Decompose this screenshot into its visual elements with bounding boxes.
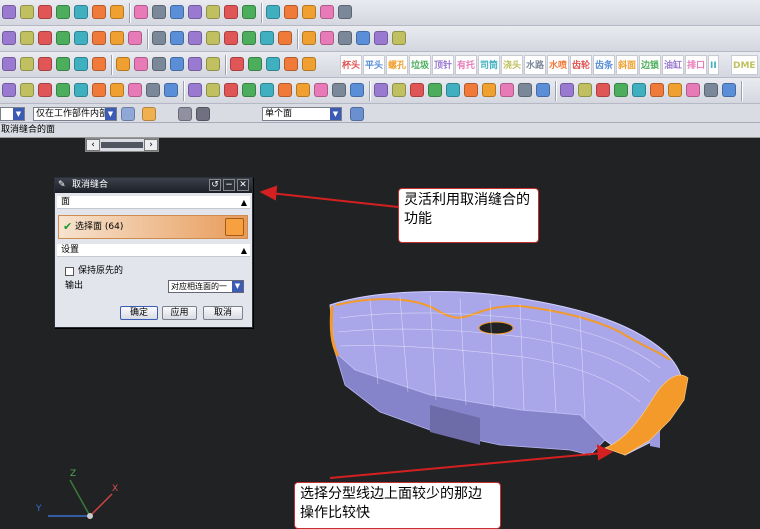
unsew-dialog: ✎ 取消缝合 ↺ − ✕ 面 ▲ ✔ 选择面 (64) 设置 ▲ 保持原先的 输… [54,177,253,328]
axis-y-label: Y [36,504,42,514]
cad-window: 杯头 平头 螺孔 垃圾 顶针 有托 司筒 浇头 水路 水喷 齿轮 齿条 斜面 边锁 油缸 排口 II DME ▼ … [0,0,760,529]
output-value: 对应相连面的一 [171,282,227,291]
settings-section-header[interactable]: 设置 ▲ [57,244,250,257]
select-face-row[interactable]: ✔ 选择面 (64) [58,215,248,239]
close-icon[interactable]: ✕ [237,179,249,191]
axis-z-label: Z [70,469,77,479]
keep-original-label: 保持原先的 [78,266,124,276]
face-section-label: 面 [61,197,71,207]
select-face-label: 选择面 (64) [75,222,124,232]
bottom-callout: 选择分型线边上面较少的那边操作比较快 [294,482,501,529]
top-callout: 灵活利用取消缝合的功能 [398,188,539,243]
apply-button[interactable]: 应用 [162,306,197,320]
chevron-up-icon: ▲ [240,198,247,207]
chevron-up-icon: ▲ [240,246,247,255]
settings-section-label: 设置 [61,245,80,255]
output-select[interactable]: 对应相连面的一 ▼ [168,280,244,293]
axis-x-label: X [112,484,119,494]
check-icon: ✔ [63,220,73,233]
axis-triad [48,479,113,519]
ok-button[interactable]: 确定 [120,306,158,320]
dialog-titlebar[interactable]: ✎ 取消缝合 ↺ − ✕ [55,178,252,193]
dialog-title: 取消缝合 [72,180,109,190]
keep-original-checkbox[interactable] [65,267,74,276]
part-model[interactable] [329,291,689,456]
cancel-button[interactable]: 取消 [203,306,243,320]
face-cube-icon[interactable] [225,218,244,236]
output-label: 输出 [65,281,84,291]
reset-icon[interactable]: ↺ [209,179,221,191]
wrench-icon: ✎ [58,180,66,190]
face-section-header[interactable]: 面 ▲ [57,196,250,209]
collapse-icon[interactable]: − [223,179,235,191]
